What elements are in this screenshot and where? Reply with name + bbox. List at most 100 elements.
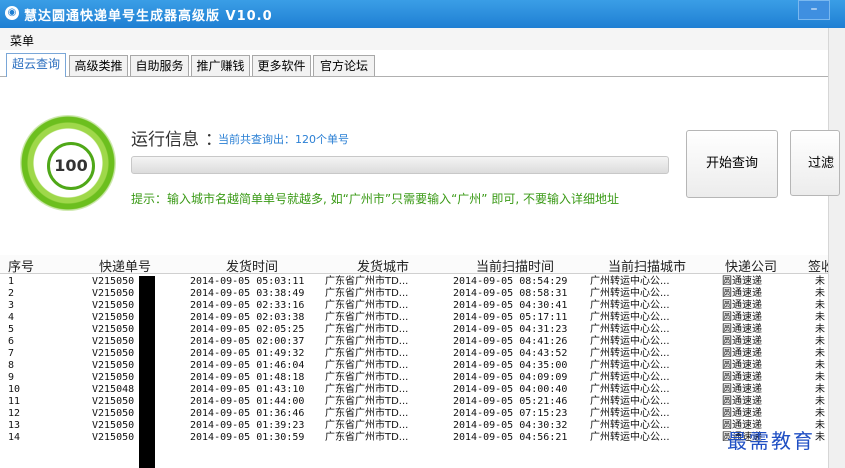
table-row[interactable]: 12 V215050 2014-09-05 01:36:46 广东省广州市TD... 2… — [0, 408, 828, 420]
filter-button[interactable]: 过滤 — [790, 130, 840, 196]
table-cell: 2014-09-05 04:00:40 — [453, 384, 568, 395]
column-header-scan-time[interactable]: 当前扫描时间 — [476, 256, 554, 275]
tab-more-software[interactable]: 更多软件 — [252, 55, 311, 76]
table-cell: 广东省广州市TD... — [325, 372, 409, 383]
start-query-button[interactable]: 开始查询 — [686, 130, 778, 198]
progress-gauge: 100 — [20, 115, 116, 211]
table-cell: 广州转运中心公... — [590, 384, 670, 395]
table-row[interactable]: 8 V215050 2014-09-05 01:46:04 广东省广州市TD... 20… — [0, 360, 828, 372]
table-row[interactable]: 1 V215050 2014-09-05 05:03:11 广东省广州市TD... 20… — [0, 276, 828, 288]
table-cell: 12 — [8, 408, 21, 419]
tab-self-service[interactable]: 自助服务 — [130, 55, 189, 76]
table-cell: 1 — [8, 276, 15, 287]
table-row[interactable]: 6 V215050 2014-09-05 02:00:37 广东省广州市TD... 20… — [0, 336, 828, 348]
table-cell: 广州转运中心公... — [590, 360, 670, 371]
tab-advanced[interactable]: 高级类推 — [69, 55, 128, 76]
tab-forum[interactable]: 官方论坛 — [313, 55, 375, 76]
menu-bar: 菜单 — [0, 28, 828, 50]
table-cell: 2014-09-05 05:21:46 — [453, 396, 568, 407]
title-bar: ◉ 慧达圆通快递单号生成器高级版 V10.0 – — [0, 0, 845, 28]
table-cell: 圆通速递 — [722, 396, 762, 407]
table-row[interactable]: 2 V215050 2014-09-05 03:38:49 广东省广州市TD... 20… — [0, 288, 828, 300]
column-header-tracking[interactable]: 快递单号 — [99, 256, 151, 275]
table-cell: 未 — [815, 324, 825, 335]
watermark: 最需教育 — [727, 429, 815, 453]
table-cell: 圆通速递 — [722, 336, 762, 347]
table-row[interactable]: 3 V215050 2014-09-05 02:33:16 广东省广州市TD... 20… — [0, 300, 828, 312]
table-cell: 2014-09-05 04:30:32 — [453, 420, 568, 431]
table-cell: 广东省广州市TD... — [325, 432, 409, 443]
table-cell: 2014-09-05 04:09:09 — [453, 372, 568, 383]
table-cell: 2014-09-05 02:00:37 — [190, 336, 305, 347]
table-cell: 广东省广州市TD... — [325, 276, 409, 287]
column-header-courier[interactable]: 快递公司 — [725, 256, 777, 275]
table-cell: 广东省广州市TD... — [325, 420, 409, 431]
redaction-bar — [139, 276, 155, 468]
table-cell: V215050 — [92, 288, 135, 299]
table-row[interactable]: 14 V215050 2014-09-05 01:30:59 广东省广州市TD... 2… — [0, 432, 828, 444]
column-header-signed[interactable]: 签收 — [808, 256, 828, 275]
tab-promote[interactable]: 推广赚钱 — [191, 55, 250, 76]
table-cell: 7 — [8, 348, 15, 359]
column-header-ship-city[interactable]: 发货城市 — [357, 256, 409, 275]
minimize-button[interactable]: – — [798, 0, 830, 20]
table-cell: 11 — [8, 396, 21, 407]
table-cell: 广州转运中心公... — [590, 420, 670, 431]
table-cell: 2014-09-05 02:05:25 — [190, 324, 305, 335]
column-header-ship-time[interactable]: 发货时间 — [226, 256, 278, 275]
table-cell: 13 — [8, 420, 21, 431]
table-cell: 2 — [8, 288, 15, 299]
table-cell: 2014-09-05 04:30:41 — [453, 300, 568, 311]
table-cell: 2014-09-05 08:54:29 — [453, 276, 568, 287]
table-row[interactable]: 10 V215048 2014-09-05 01:43:10 广东省广州市TD... 2… — [0, 384, 828, 396]
table-cell: 14 — [8, 432, 21, 443]
run-info-label: 运行信息 — [131, 130, 199, 150]
tab-super-query[interactable]: 超云查询 — [6, 53, 66, 77]
table-cell: 2014-09-05 08:58:31 — [453, 288, 568, 299]
table-cell: 广州转运中心公... — [590, 276, 670, 287]
table-cell: 广东省广州市TD... — [325, 360, 409, 371]
table-cell: V215050 — [92, 300, 135, 311]
table-cell: 2014-09-05 01:30:59 — [190, 432, 305, 443]
table-cell: V215050 — [92, 396, 135, 407]
table-cell: 广州转运中心公... — [590, 288, 670, 299]
gauge-value: 100 — [47, 142, 95, 190]
table-cell: 广东省广州市TD... — [325, 288, 409, 299]
table-cell: V215050 — [92, 348, 135, 359]
table-cell: 广州转运中心公... — [590, 324, 670, 335]
table-row[interactable]: 9 V215050 2014-09-05 01:48:18 广东省广州市TD... 20… — [0, 372, 828, 384]
table-cell: 圆通速递 — [722, 372, 762, 383]
tab-bar: 超云查询 高级类推 自助服务 推广赚钱 更多软件 官方论坛 — [0, 53, 828, 77]
table-cell: V215050 — [92, 420, 135, 431]
table-cell: 2014-09-05 03:38:49 — [190, 288, 305, 299]
column-header-scan-city[interactable]: 当前扫描城市 — [608, 256, 686, 275]
table-cell: 2014-09-05 02:33:16 — [190, 300, 305, 311]
table-cell: 2014-09-05 07:15:23 — [453, 408, 568, 419]
table-row[interactable]: 11 V215050 2014-09-05 01:44:00 广东省广州市TD... 2… — [0, 396, 828, 408]
table-cell: 10 — [8, 384, 21, 395]
table-row[interactable]: 7 V215050 2014-09-05 01:49:32 广东省广州市TD... 20… — [0, 348, 828, 360]
table-cell: 广东省广州市TD... — [325, 336, 409, 347]
table-cell: 2014-09-05 01:36:46 — [190, 408, 305, 419]
table-row[interactable]: 4 V215050 2014-09-05 02:03:38 广东省广州市TD... 20… — [0, 312, 828, 324]
table-cell: 未 — [815, 420, 825, 431]
table-row[interactable]: 13 V215050 2014-09-05 01:39:23 广东省广州市TD... 2… — [0, 420, 828, 432]
menu-main[interactable]: 菜单 — [10, 32, 34, 49]
table-cell: 未 — [815, 300, 825, 311]
table-cell: 2014-09-05 01:48:18 — [190, 372, 305, 383]
column-header-index[interactable]: 序号 — [8, 256, 34, 275]
table-cell: 未 — [815, 348, 825, 359]
table-cell: V215050 — [92, 276, 135, 287]
table-cell: 2014-09-05 02:03:38 — [190, 312, 305, 323]
table-cell: 圆通速递 — [722, 408, 762, 419]
table-row[interactable]: 5 V215050 2014-09-05 02:05:25 广东省广州市TD... 20… — [0, 324, 828, 336]
table-cell: 未 — [815, 408, 825, 419]
table-cell: 2014-09-05 01:43:10 — [190, 384, 305, 395]
table-cell: V215048 — [92, 384, 135, 395]
table-cell: 6 — [8, 336, 15, 347]
table-cell: 广东省广州市TD... — [325, 408, 409, 419]
table-cell: 2014-09-05 04:43:52 — [453, 348, 568, 359]
table-cell: 2014-09-05 05:17:11 — [453, 312, 568, 323]
table-cell: 2014-09-05 04:41:26 — [453, 336, 568, 347]
table-cell: 广东省广州市TD... — [325, 324, 409, 335]
